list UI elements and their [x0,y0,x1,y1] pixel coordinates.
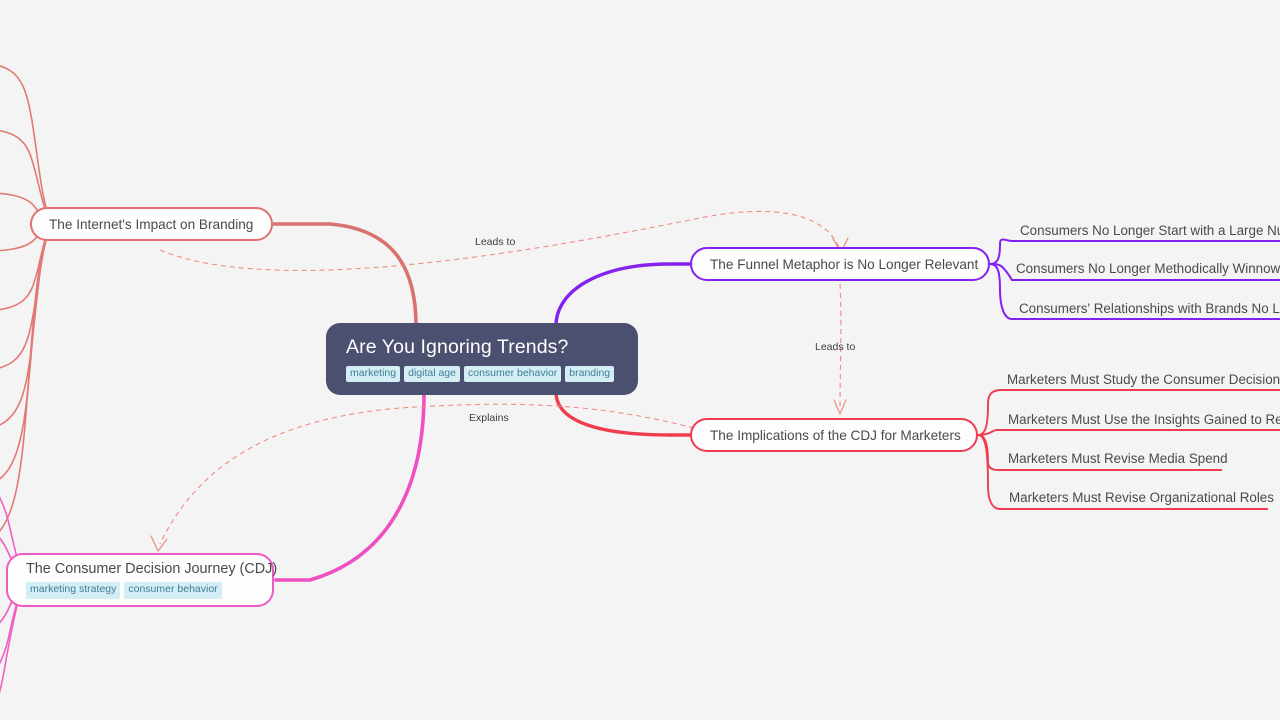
connector-label-leads-to-funnel: Leads to [475,236,516,248]
node-funnel-metaphor-label: The Funnel Metaphor is No Longer Relevan… [710,256,979,272]
leaf-implication-2[interactable]: Marketers Must Use the Insights Gained t… [1008,413,1280,427]
node-funnel-metaphor[interactable]: The Funnel Metaphor is No Longer Relevan… [690,247,990,281]
connector-label-leads-to-implications: Leads to [815,341,856,353]
branch-curves [0,65,1280,694]
leaf-funnel-2[interactable]: Consumers No Longer Methodically Winnow [1016,262,1280,276]
tag-digital-age: digital age [404,365,460,383]
leaf-funnel-1[interactable]: Consumers No Longer Start with a Large N… [1020,224,1280,238]
node-internet-impact[interactable]: The Internet's Impact on Branding [30,207,273,241]
central-node-tags: marketing digital age consumer behavior … [346,365,618,383]
tag-branding: branding [565,365,615,383]
leaf-implication-4[interactable]: Marketers Must Revise Organizational Rol… [1009,491,1274,505]
node-cdj-implications[interactable]: The Implications of the CDJ for Marketer… [690,418,978,452]
tag-consumer-behavior: consumer behavior [463,365,562,383]
leaf-funnel-3[interactable]: Consumers' Relationships with Brands No … [1019,302,1280,316]
leaf-implication-1[interactable]: Marketers Must Study the Consumer Decisi… [1007,373,1280,387]
node-consumer-decision-journey-label: The Consumer Decision Journey (CDJ) [26,561,278,578]
tag-marketing-strategy: marketing strategy [26,582,121,599]
node-cdj-tags: marketing strategy consumer behavior [26,582,254,599]
mindmap-canvas[interactable]: Are You Ignoring Trends? marketing digit… [0,0,1280,720]
leaf-implication-3[interactable]: Marketers Must Revise Media Spend [1008,452,1228,466]
central-node[interactable]: Are You Ignoring Trends? marketing digit… [326,323,638,395]
connector-label-explains: Explains [469,412,509,424]
node-internet-impact-label: The Internet's Impact on Branding [49,216,254,232]
tag-cdj-consumer-behavior: consumer behavior [124,582,222,599]
node-cdj-implications-label: The Implications of the CDJ for Marketer… [710,427,961,443]
central-node-title: Are You Ignoring Trends? [346,335,569,358]
tag-marketing: marketing [346,365,401,383]
node-consumer-decision-journey[interactable]: The Consumer Decision Journey (CDJ) mark… [6,553,278,607]
